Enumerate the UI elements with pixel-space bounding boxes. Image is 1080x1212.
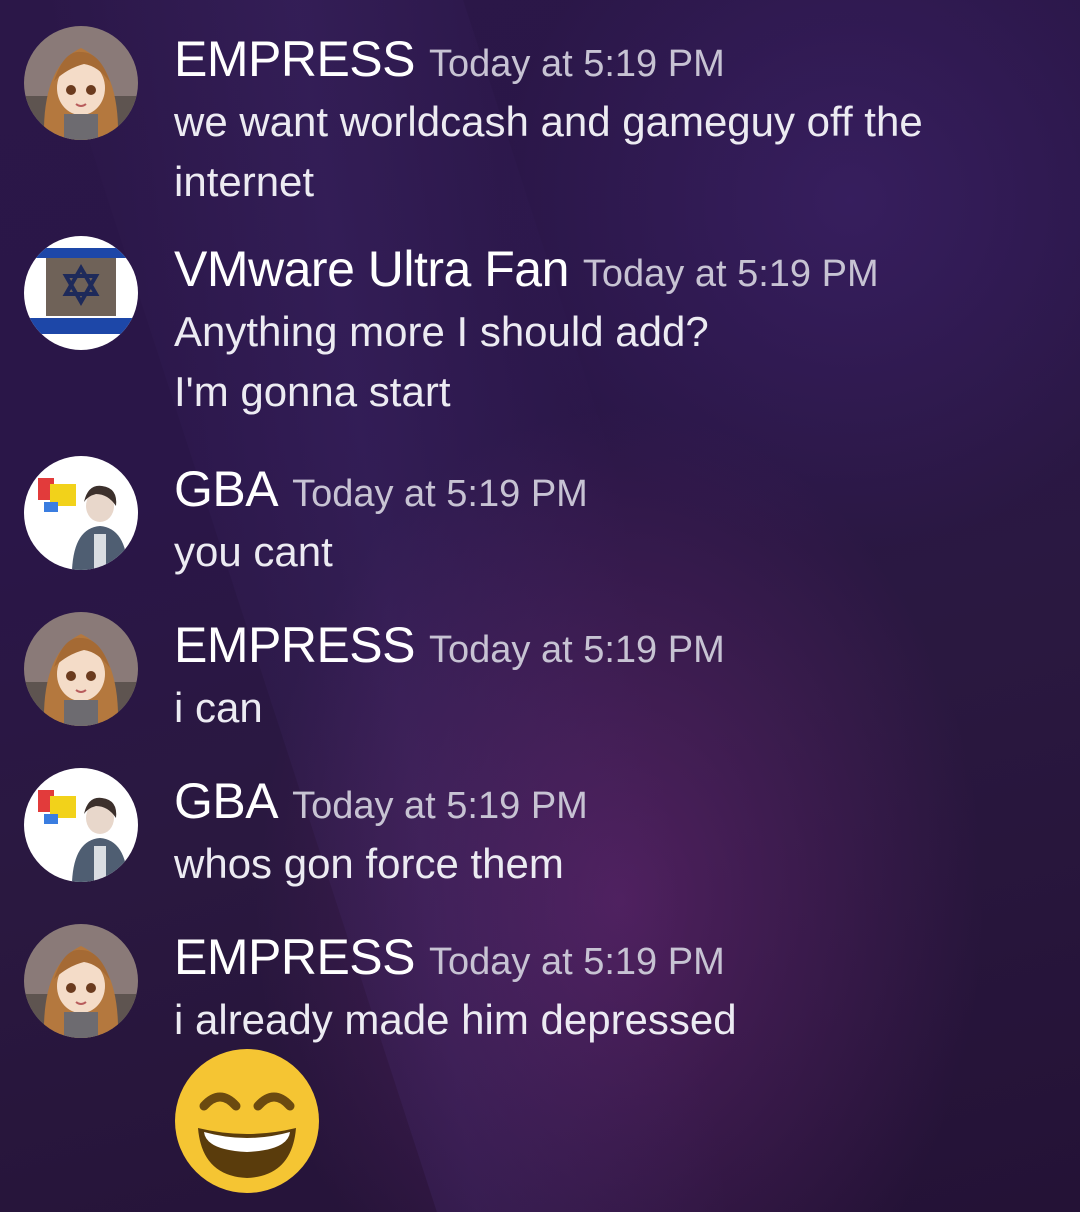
author-name[interactable]: EMPRESS — [174, 31, 416, 87]
message-text: whos gon force them — [174, 834, 1034, 894]
message-line: I'm gonna start — [174, 368, 451, 415]
message-line: internet — [174, 158, 315, 205]
anime-girl-avatar-icon[interactable] — [24, 924, 138, 1038]
message-timestamp: Today at 5:19 PM — [429, 941, 725, 983]
anime-girl-avatar-icon[interactable] — [24, 26, 138, 140]
message-header: GBA Today at 5:19 PM — [174, 460, 588, 518]
chat-message-list[interactable]: EMPRESS Today at 5:19 PM we want worldcas… — [0, 0, 1080, 1212]
message-line: Anything more I should add? — [174, 308, 709, 355]
message-header: EMPRESS Today at 5:19 PM — [174, 928, 725, 986]
message-text: we want worldcash and gameguy off the in… — [174, 92, 1034, 212]
author-name[interactable]: EMPRESS — [174, 929, 416, 985]
message-timestamp: Today at 5:19 PM — [429, 629, 725, 671]
message-line: whos gon force them — [174, 840, 564, 887]
message-header: GBA Today at 5:19 PM — [174, 772, 588, 830]
author-name[interactable]: GBA — [174, 773, 279, 829]
grinning-smiling-eyes-emoji-icon[interactable] — [174, 1048, 320, 1194]
message-timestamp: Today at 5:19 PM — [292, 473, 588, 515]
author-name[interactable]: VMware Ultra Fan — [174, 241, 569, 297]
message-line: you cant — [174, 528, 333, 575]
message-timestamp: Today at 5:19 PM — [582, 253, 879, 295]
message-timestamp: Today at 5:19 PM — [429, 43, 725, 85]
flag-star-avatar-icon[interactable] — [24, 236, 138, 350]
author-name[interactable]: EMPRESS — [174, 617, 416, 673]
message-text: i can — [174, 678, 1034, 738]
message-header: EMPRESS Today at 5:19 PM — [174, 616, 725, 674]
message-text: i already made him depressed — [174, 990, 1034, 1050]
person-avatar-icon[interactable] — [24, 456, 138, 570]
message-header: VMware Ultra Fan Today at 5:19 PM — [174, 240, 879, 298]
message-header: EMPRESS Today at 5:19 PM — [174, 30, 725, 88]
message-text: Anything more I should add? I'm gonna st… — [174, 302, 1034, 422]
message-line: i can — [174, 684, 263, 731]
anime-girl-avatar-icon[interactable] — [24, 612, 138, 726]
author-name[interactable]: GBA — [174, 461, 279, 517]
person-avatar-icon[interactable] — [24, 768, 138, 882]
message-line: we want worldcash and gameguy off the — [174, 98, 923, 145]
message-text: you cant — [174, 522, 1034, 582]
message-line: i already made him depressed — [174, 996, 737, 1043]
message-timestamp: Today at 5:19 PM — [292, 785, 588, 827]
